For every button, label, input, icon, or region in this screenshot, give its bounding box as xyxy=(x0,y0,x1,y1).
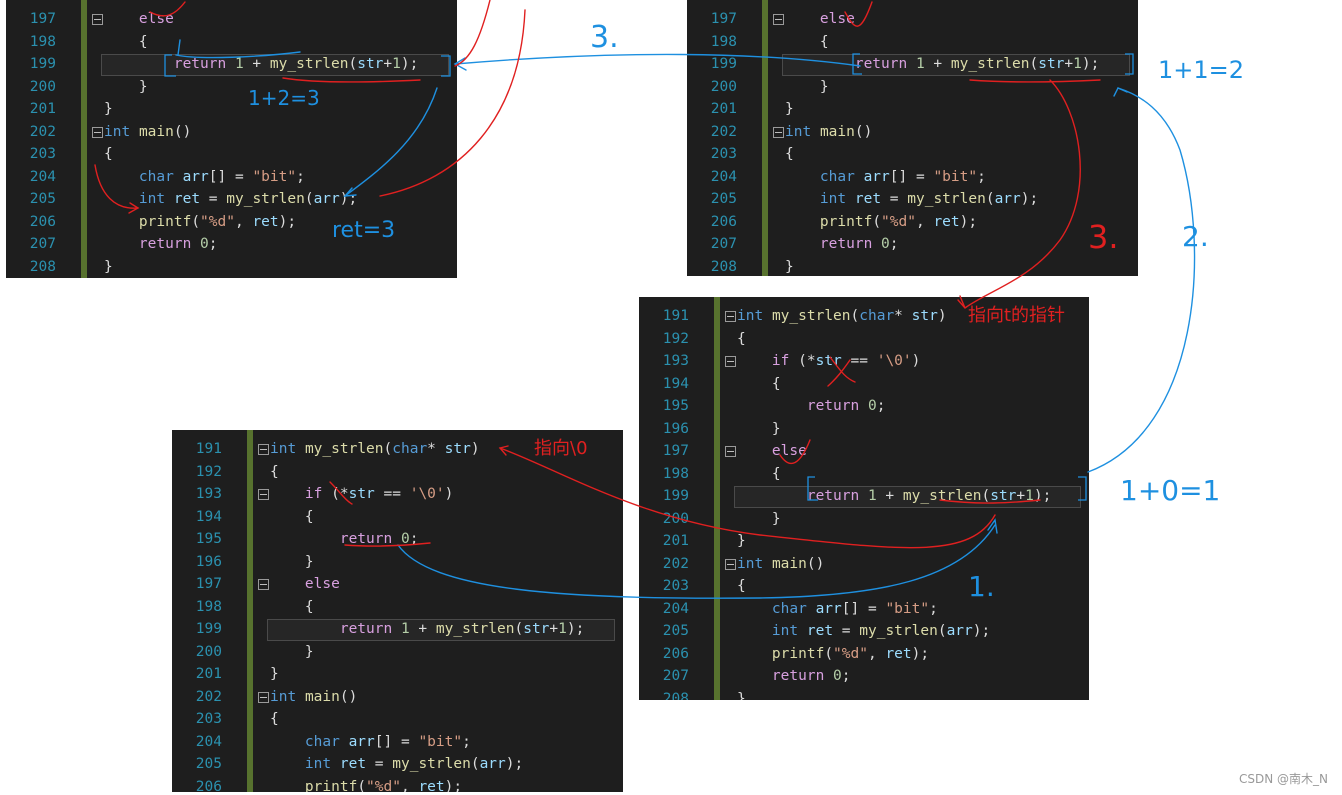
red-call-arrow-middle xyxy=(499,447,996,549)
annotation-1plus1: 1+1=2 xyxy=(1158,56,1245,84)
annotation-ret3: ret=3 xyxy=(332,218,396,243)
csdn-watermark: CSDN @南木_N xyxy=(1238,772,1328,786)
red-call-arrow-top-left xyxy=(379,9,526,197)
blue-return-arrow-right xyxy=(1087,87,1196,473)
annotation-pointer-to-null: 指向\0 xyxy=(534,438,588,459)
annotation-layer xyxy=(94,0,1196,599)
red-call-arrow-top-right xyxy=(964,79,1081,309)
annotation-step-3-top: 3. xyxy=(590,20,619,55)
blue-return-arrow-bottom xyxy=(397,524,996,599)
blue-ret-arrow xyxy=(344,87,438,197)
blue-return-arrow-top xyxy=(454,53,861,67)
annotation-step-1: 1. xyxy=(968,570,995,603)
annotation-step-2: 2. xyxy=(1182,220,1209,253)
annotation-pointer-to-t: 指向t的指针 xyxy=(968,305,1066,326)
annotation-step-3-mid: 3. xyxy=(1088,218,1119,256)
annotation-1plus0: 1+0=1 xyxy=(1120,474,1221,507)
annotation-1plus2: 1+2=3 xyxy=(248,86,320,110)
